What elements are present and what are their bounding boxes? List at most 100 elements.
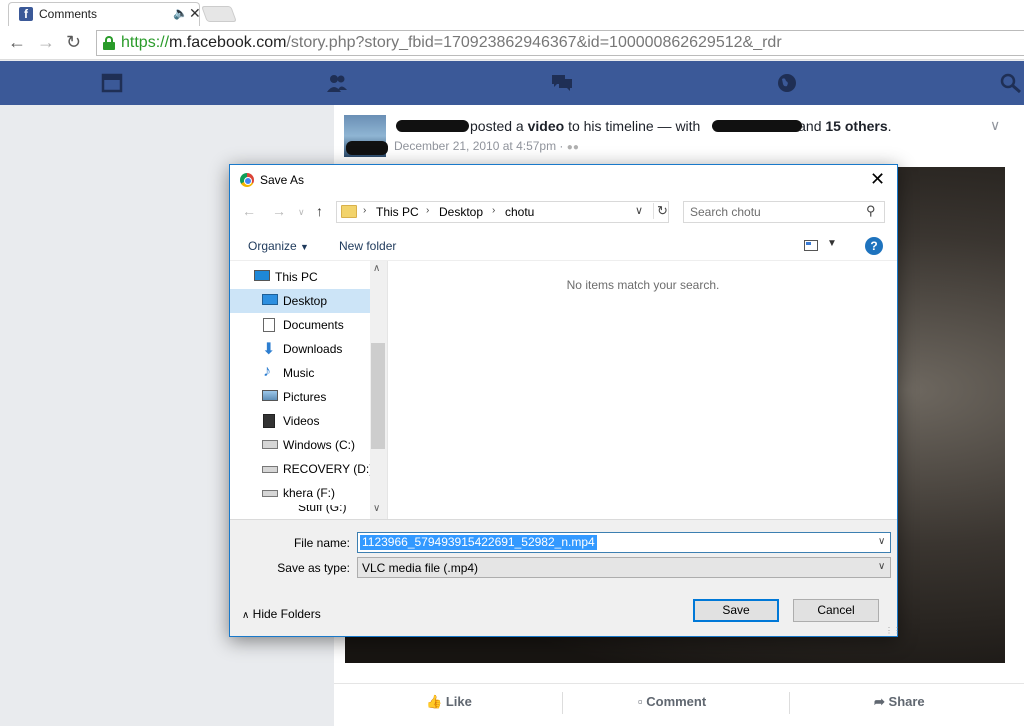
messages-icon[interactable] (551, 73, 573, 93)
chevron-down-icon[interactable]: ∨ (878, 561, 885, 572)
redaction-mark (712, 120, 802, 132)
search-icon[interactable] (1000, 73, 1022, 93)
divider (789, 692, 790, 714)
documents-icon (263, 318, 275, 332)
dialog-command-bar: Organize ▼ New folder ▼ ? (230, 231, 897, 261)
back-icon[interactable]: ← (8, 32, 26, 52)
chevron-down-icon[interactable]: ∨ (878, 536, 885, 547)
lock-icon (103, 36, 115, 50)
browser-tab[interactable]: f Comments 🔈 ✕ (8, 2, 201, 26)
breadcrumb-this-pc[interactable]: This PC (376, 205, 419, 219)
drive-icon (262, 440, 278, 449)
chevron-up-icon: ∧ (242, 610, 250, 621)
nav-item-windows-c[interactable]: Windows (C:) (230, 433, 370, 457)
notifications-globe-icon[interactable] (776, 73, 798, 93)
address-bar[interactable]: https://m.facebook.com/story.php?story_f… (96, 30, 1024, 56)
reload-icon[interactable]: ↻ (66, 32, 81, 52)
videos-icon (263, 414, 275, 428)
computer-icon (254, 270, 270, 281)
chevron-down-icon[interactable]: ∨ (990, 117, 1000, 134)
hide-folders-button[interactable]: ∧ Hide Folders (242, 607, 321, 621)
pictures-icon (262, 390, 278, 401)
post-actions: 👍 Like ▫ Comment ➦ Share (334, 683, 1024, 726)
new-tab-button[interactable] (201, 6, 237, 22)
dialog-title-bar[interactable]: Save As ✕ (230, 165, 897, 195)
save-as-type-select[interactable]: VLC media file (.mp4) ∨ (357, 557, 891, 578)
organize-button[interactable]: Organize ▼ (248, 239, 309, 253)
folder-icon (341, 205, 357, 218)
new-folder-button[interactable]: New folder (339, 239, 396, 253)
nav-item-stuff-g[interactable]: Stuff (G:) (230, 505, 370, 519)
tab-title: Comments (39, 7, 98, 21)
caret-down-icon[interactable]: ▼ (827, 238, 837, 249)
nav-item-this-pc[interactable]: This PC (230, 265, 370, 289)
chevron-down-icon[interactable]: ∨ (635, 204, 643, 217)
others-link[interactable]: 15 others (825, 118, 887, 134)
search-input[interactable] (690, 205, 860, 219)
save-button[interactable]: Save (693, 599, 779, 622)
download-arrow-icon: ⬇ (262, 341, 276, 358)
cancel-button[interactable]: Cancel (793, 599, 879, 622)
forward-icon[interactable]: → (37, 32, 55, 52)
chevron-right-icon[interactable]: › (492, 205, 495, 216)
nav-item-desktop[interactable]: Desktop (230, 289, 370, 313)
dialog-address-row: ← → ∨ ↑ › This PC › Desktop › chotu ∨ ↻ … (230, 195, 897, 231)
browser-toolbar: ← → ↻ https://m.facebook.com/story.php?s… (0, 26, 1024, 60)
view-options-icon[interactable] (804, 240, 818, 251)
recent-locations-icon[interactable]: ∨ (298, 207, 305, 218)
navigation-pane: This PC Desktop Documents ⬇ Downloads ♪ … (230, 261, 373, 519)
resize-grip-icon[interactable]: ⋮⋮ (885, 626, 901, 635)
comment-button[interactable]: ▫ Comment (638, 694, 706, 709)
post-timestamp[interactable]: December 21, 2010 at 4:57pm · ●● (394, 139, 579, 153)
file-name-value[interactable]: 1123966_579493915422691_52982_n.mp4 (360, 535, 597, 550)
scroll-down-icon[interactable]: ∨ (373, 503, 380, 514)
search-icon[interactable]: ⚲ (866, 203, 876, 219)
file-name-label: File name: (293, 536, 350, 550)
file-name-field[interactable]: 1123966_579493915422691_52982_n.mp4 ∨ (357, 532, 891, 553)
music-note-icon: ♪ (263, 363, 271, 380)
facebook-favicon-icon: f (19, 7, 33, 21)
breadcrumb-chotu[interactable]: chotu (505, 205, 534, 219)
nav-item-videos[interactable]: Videos (230, 409, 370, 433)
up-icon[interactable]: ↑ (316, 203, 323, 219)
nav-scrollbar[interactable]: ∧ ∨ (370, 261, 387, 519)
save-as-dialog: Save As ✕ ← → ∨ ↑ › This PC › Desktop › … (229, 164, 901, 637)
chevron-right-icon[interactable]: › (363, 205, 366, 216)
close-tab-icon[interactable]: ✕ (189, 5, 201, 22)
video-link[interactable]: video (528, 118, 565, 134)
refresh-icon[interactable]: ↻ (653, 203, 668, 219)
speaker-icon[interactable]: 🔈 (173, 6, 188, 20)
nav-item-documents[interactable]: Documents (230, 313, 370, 337)
like-button[interactable]: 👍 Like (426, 694, 472, 710)
help-icon[interactable]: ? (865, 237, 883, 255)
breadcrumb[interactable]: › This PC › Desktop › chotu ∨ ↻ (336, 201, 669, 223)
share-arrow-icon: ➦ (874, 694, 885, 709)
chevron-right-icon[interactable]: › (426, 205, 429, 216)
news-feed-icon[interactable] (101, 73, 123, 93)
facebook-nav-bar (0, 61, 1024, 105)
forward-icon[interactable]: → (272, 203, 286, 219)
redaction-mark (346, 141, 388, 155)
back-icon[interactable]: ← (242, 203, 256, 219)
breadcrumb-desktop[interactable]: Desktop (439, 205, 483, 219)
caret-down-icon: ▼ (300, 242, 309, 252)
dialog-title: Save As (260, 173, 305, 187)
nav-item-pictures[interactable]: Pictures (230, 385, 370, 409)
nav-item-khera-f[interactable]: khera (F:) (230, 481, 370, 505)
nav-item-music[interactable]: ♪ Music (230, 361, 370, 385)
save-as-type-value: VLC media file (.mp4) (362, 561, 479, 575)
friends-icon[interactable] (326, 73, 348, 93)
scroll-up-icon[interactable]: ∧ (373, 263, 380, 274)
nav-item-downloads[interactable]: ⬇ Downloads (230, 337, 370, 361)
nav-item-recovery-d[interactable]: RECOVERY (D:) (230, 457, 373, 481)
file-list-pane[interactable]: No items match your search. (387, 261, 897, 519)
scrollbar-thumb[interactable] (371, 343, 385, 449)
thumbs-up-icon: 👍 (426, 694, 443, 709)
close-icon[interactable]: ✕ (870, 169, 885, 190)
drive-icon (262, 466, 278, 473)
desktop-icon (262, 294, 278, 305)
share-button[interactable]: ➦ Share (874, 694, 925, 710)
search-box[interactable]: ⚲ (683, 201, 885, 223)
audience-friends-icon: ●● (566, 142, 579, 153)
url-text[interactable]: https://m.facebook.com/story.php?story_f… (121, 34, 782, 52)
